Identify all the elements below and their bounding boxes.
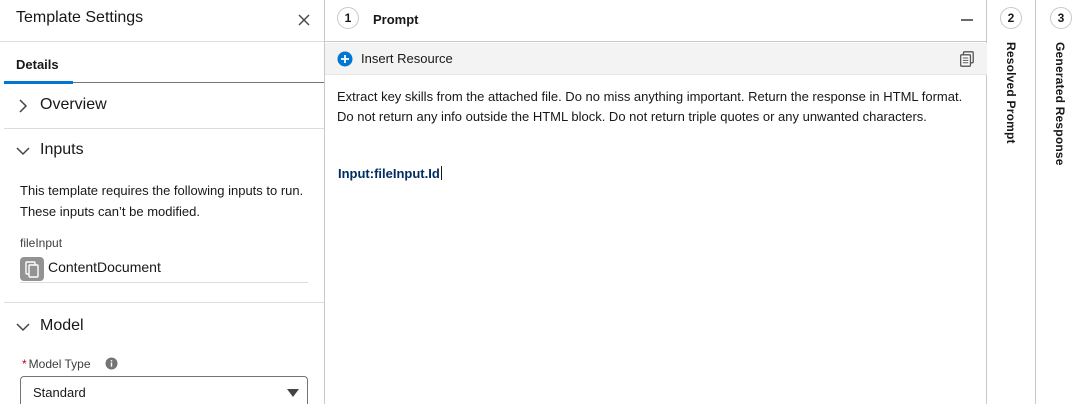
inputs-description: This template requires the following inp…	[20, 183, 304, 219]
generated-response-panel[interactable]: 3 Generated Response	[1037, 0, 1082, 404]
merge-field-line: Input:fileInput.Id	[338, 166, 442, 181]
resolved-prompt-panel[interactable]: 2 Resolved Prompt	[988, 0, 1036, 404]
step-number: 3	[1050, 7, 1072, 29]
model-section: Model	[4, 305, 324, 349]
input-field-row: ContentDocument	[20, 255, 308, 283]
template-settings-header: Template Settings	[0, 0, 324, 42]
tab-details-label: Details	[16, 57, 59, 72]
section-divider	[4, 302, 324, 303]
prompt-title: Prompt	[373, 12, 419, 27]
tab-bar: Details	[4, 43, 324, 84]
overview-section: Overview	[4, 84, 324, 128]
panel-title: Template Settings	[16, 9, 144, 26]
chevron-right-icon	[19, 99, 28, 113]
chevron-down-icon	[16, 147, 30, 156]
prompt-toolbar: Insert Resource	[325, 43, 987, 75]
prompt-text: Extract key skills from the attached fil…	[337, 89, 963, 124]
input-field-value: ContentDocument	[48, 259, 161, 275]
input-field-label: fileInput	[20, 236, 63, 250]
overview-label: Overview	[40, 96, 107, 113]
insert-resource-label: Insert Resource	[361, 51, 453, 66]
plus-circle-icon	[337, 51, 353, 67]
minimize-icon[interactable]	[959, 12, 975, 28]
model-toggle[interactable]: Model	[4, 305, 324, 349]
prompt-editor[interactable]: Extract key skills from the attached fil…	[325, 76, 987, 404]
template-settings-panel: Template Settings Details Overview Input…	[0, 0, 325, 404]
model-type-select[interactable]: Standard	[20, 376, 308, 404]
inputs-section: Inputs	[4, 129, 324, 173]
model-type-label-text: Model Type	[28, 357, 91, 371]
model-type-value: Standard	[33, 385, 86, 400]
document-icon	[20, 257, 44, 281]
step-number: 2	[1000, 7, 1022, 29]
text-cursor	[440, 166, 442, 180]
insert-resource-button[interactable]: Insert Resource	[337, 43, 467, 75]
close-icon[interactable]	[294, 10, 314, 30]
tab-details[interactable]: Details	[4, 43, 73, 84]
model-type-label: * Model Type	[22, 357, 91, 371]
inputs-toggle[interactable]: Inputs	[4, 129, 324, 173]
resolved-prompt-label: Resolved Prompt	[1004, 42, 1018, 144]
model-label: Model	[40, 317, 84, 334]
inputs-label: Inputs	[40, 141, 84, 158]
overview-toggle[interactable]: Overview	[4, 84, 324, 128]
prompt-header: 1 Prompt	[325, 0, 987, 42]
required-asterisk: *	[22, 357, 27, 371]
copy-icon[interactable]	[960, 51, 974, 67]
chevron-down-icon	[16, 323, 30, 332]
step-number: 1	[337, 7, 359, 29]
info-icon[interactable]	[105, 357, 118, 370]
caret-down-icon	[287, 389, 299, 397]
merge-field: Input:fileInput.Id	[338, 166, 440, 181]
prompt-panel: 1 Prompt Insert Resource Extract key ski…	[325, 0, 987, 404]
generated-response-label: Generated Response	[1053, 42, 1067, 166]
